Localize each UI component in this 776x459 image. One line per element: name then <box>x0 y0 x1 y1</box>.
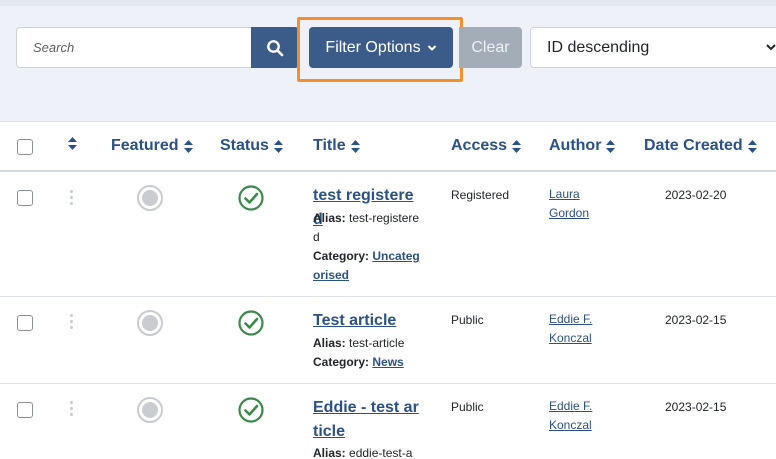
unfeatured-circle-icon[interactable] <box>137 185 163 211</box>
article-meta: Alias: test-article Category: News <box>313 334 423 372</box>
sort-select[interactable]: ID descending <box>530 27 776 68</box>
sort-icon <box>350 139 360 153</box>
category-label: Category: <box>313 355 370 369</box>
column-featured[interactable]: Featured <box>111 137 193 155</box>
published-check-icon[interactable] <box>238 185 264 211</box>
access-value: Public <box>451 400 484 414</box>
search-group <box>16 27 299 68</box>
column-title-label: Title <box>313 137 346 154</box>
column-status[interactable]: Status <box>220 137 283 155</box>
row-checkbox[interactable] <box>17 402 33 418</box>
search-button[interactable] <box>251 27 299 68</box>
sort-icon <box>68 137 77 150</box>
column-author-label: Author <box>549 137 602 154</box>
author-link[interactable]: Eddie F. Konczal <box>549 310 609 348</box>
author-link[interactable]: Laura Gordon <box>549 185 609 223</box>
drag-handle[interactable] <box>70 190 74 208</box>
filter-options-label: Filter Options <box>325 38 421 56</box>
access-value: Registered <box>451 188 510 202</box>
table-header: Featured Status Title Access Author Date… <box>0 121 776 172</box>
drag-handle[interactable] <box>70 314 74 332</box>
published-check-icon[interactable] <box>238 310 264 336</box>
access-value: Public <box>451 313 484 327</box>
column-access[interactable]: Access <box>451 137 522 155</box>
column-ordering[interactable] <box>68 137 77 150</box>
published-check-icon[interactable] <box>238 397 264 423</box>
column-author[interactable]: Author <box>549 137 616 155</box>
clear-label: Clear <box>471 38 510 56</box>
table-row: test registered Alias: test-registered C… <box>0 172 776 297</box>
unfeatured-circle-icon[interactable] <box>137 310 163 336</box>
row-checkbox[interactable] <box>17 315 33 331</box>
chevron-down-icon <box>427 44 436 51</box>
column-date-created-label: Date Created <box>644 137 743 154</box>
column-date-created[interactable]: Date Created <box>644 137 757 155</box>
date-created-value: 2023-02-20 <box>665 188 727 202</box>
drag-handle[interactable] <box>70 401 74 419</box>
article-meta: Alias: test-registered Category: Uncateg… <box>313 209 423 285</box>
sort-icon <box>512 139 522 153</box>
column-title[interactable]: Title <box>313 137 360 155</box>
author-link[interactable]: Eddie F. Konczal <box>549 397 609 435</box>
date-created-value: 2023-02-15 <box>665 400 727 414</box>
category-label: Category: <box>313 249 370 263</box>
column-access-label: Access <box>451 137 508 154</box>
alias-value: eddie-test-a <box>349 446 413 459</box>
alias-label: Alias: <box>313 446 346 459</box>
top-strip <box>0 0 776 6</box>
search-icon <box>267 39 284 56</box>
sort-icon <box>747 139 757 153</box>
select-all-checkbox[interactable] <box>17 139 33 155</box>
article-title-link[interactable]: Test article <box>313 309 423 333</box>
search-input[interactable] <box>16 27 252 68</box>
column-featured-label: Featured <box>111 137 179 154</box>
sort-select-value: ID descending <box>547 38 650 56</box>
alias-label: Alias: <box>313 211 346 225</box>
alias-label: Alias: <box>313 336 346 350</box>
unfeatured-circle-icon[interactable] <box>137 397 163 423</box>
table-row: Eddie - test article Alias: eddie-test-a… <box>0 384 776 459</box>
article-meta: Alias: eddie-test-a <box>313 444 423 459</box>
column-status-label: Status <box>220 137 269 154</box>
filter-options-button[interactable]: Filter Options <box>309 27 453 68</box>
sort-icon <box>273 139 283 153</box>
category-link[interactable]: News <box>372 355 403 369</box>
article-title-link[interactable]: Eddie - test article <box>313 396 423 444</box>
row-checkbox[interactable] <box>17 190 33 206</box>
alias-value: test-article <box>349 336 405 350</box>
date-created-value: 2023-02-15 <box>665 313 727 327</box>
sort-icon <box>183 139 193 153</box>
clear-button[interactable]: Clear <box>459 27 522 68</box>
chevron-down-icon <box>766 44 776 51</box>
sort-icon <box>606 139 616 153</box>
table-row: Test article Alias: test-article Categor… <box>0 297 776 384</box>
